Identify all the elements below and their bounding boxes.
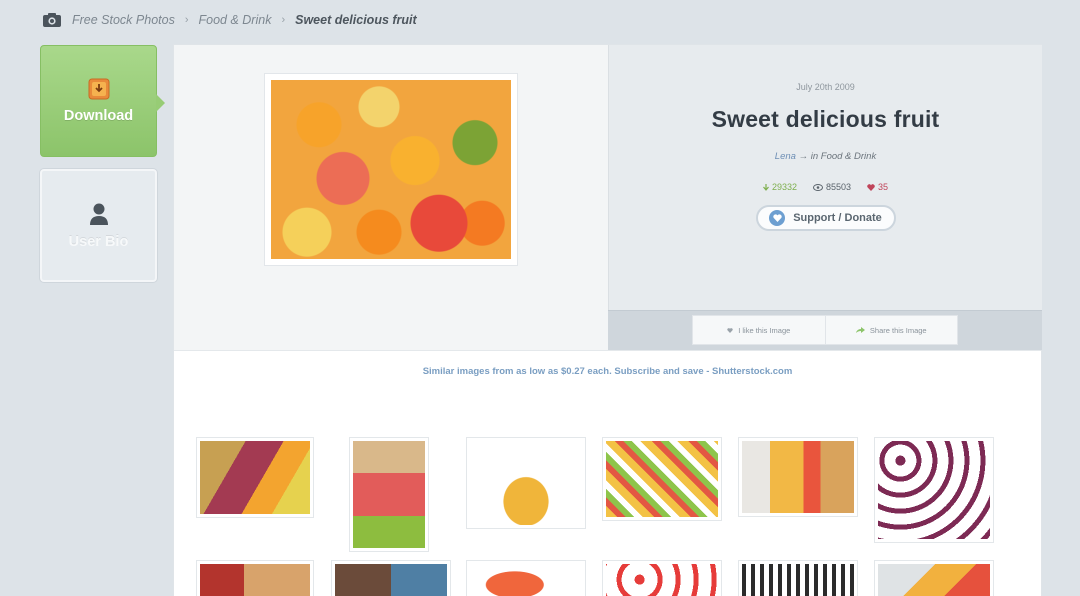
similar-image-thumbnail[interactable] <box>738 437 858 517</box>
download-pointer <box>156 94 165 112</box>
support-donate-label: Support / Donate <box>793 212 882 224</box>
breadcrumb: Free Stock Photos › Food & Drink › Sweet… <box>42 10 417 30</box>
author-link[interactable]: Lena <box>775 151 796 162</box>
similar-image-thumbnail[interactable] <box>874 560 994 596</box>
photo-preview-frame[interactable] <box>264 73 518 266</box>
main-panel: July 20th 2009 Sweet delicious fruit Len… <box>173 44 1042 596</box>
similar-image-thumbnail[interactable] <box>349 437 429 552</box>
similar-image-thumbnail[interactable] <box>196 560 314 596</box>
views-stat: 85503 <box>812 182 852 192</box>
user-icon <box>89 203 108 225</box>
heart-circle-icon <box>769 210 786 226</box>
photo-date: July 20th 2009 <box>796 82 855 92</box>
download-icon <box>88 78 109 100</box>
heart-icon <box>727 327 733 333</box>
likes-count: 35 <box>878 182 889 192</box>
chevron-right-icon: › <box>281 14 286 26</box>
photo-title: Sweet delicious fruit <box>711 106 940 132</box>
image-actions: I like this Image Share this Image <box>692 315 958 345</box>
support-donate-button[interactable]: Support / Donate <box>755 205 896 231</box>
photo-byline: Lena → in Food & Drink <box>609 151 1042 162</box>
breadcrumb-link-food-drink[interactable]: Food & Drink <box>199 13 272 27</box>
similar-image-thumbnail[interactable] <box>466 560 586 596</box>
photo-stats: 29332 85503 35 <box>609 182 1042 192</box>
photo-preview-image[interactable] <box>271 80 511 259</box>
share-arrow-icon <box>855 326 865 333</box>
similar-image-thumbnail[interactable] <box>602 437 722 521</box>
heart-icon <box>867 183 875 191</box>
breadcrumb-current: Sweet delicious fruit <box>295 13 417 27</box>
downloads-count: 29332 <box>771 182 797 192</box>
eye-icon <box>812 183 823 191</box>
like-image-button[interactable]: I like this Image <box>693 316 825 344</box>
similar-image-thumbnail[interactable] <box>874 437 994 543</box>
download-arrow-icon <box>762 183 769 191</box>
similar-image-thumbnail[interactable] <box>331 560 451 596</box>
share-image-button[interactable]: Share this Image <box>824 316 958 344</box>
similar-image-thumbnail[interactable] <box>738 560 858 596</box>
downloads-stat: 29332 <box>762 182 797 192</box>
similar-image-thumbnail[interactable] <box>466 437 586 529</box>
similar-image-thumbnail[interactable] <box>196 437 314 518</box>
action-bar: I like this Image Share this Image <box>608 310 1042 350</box>
user-bio-label: User Bio <box>68 233 129 250</box>
breadcrumb-link-free-stock-photos[interactable]: Free Stock Photos <box>72 13 175 27</box>
camera-icon[interactable] <box>42 12 62 28</box>
like-image-label: I like this Image <box>738 325 791 335</box>
likes-stat: 35 <box>867 182 888 192</box>
photo-info: July 20th 2009 Sweet delicious fruit Len… <box>608 45 1042 310</box>
byline-in-text: → in <box>798 151 819 162</box>
chevron-right-icon: › <box>184 14 189 26</box>
similar-images-banner[interactable]: Similar images from as low as $0.27 each… <box>174 350 1041 392</box>
similar-images-grid <box>174 392 1041 596</box>
user-bio-button[interactable]: User Bio <box>40 169 157 282</box>
similar-image-thumbnail[interactable] <box>602 560 722 596</box>
download-label: Download <box>63 108 134 124</box>
views-count: 85503 <box>825 182 852 192</box>
download-button[interactable]: Download <box>40 45 165 157</box>
share-image-label: Share this Image <box>869 325 927 335</box>
category-link[interactable]: Food & Drink <box>821 151 876 162</box>
